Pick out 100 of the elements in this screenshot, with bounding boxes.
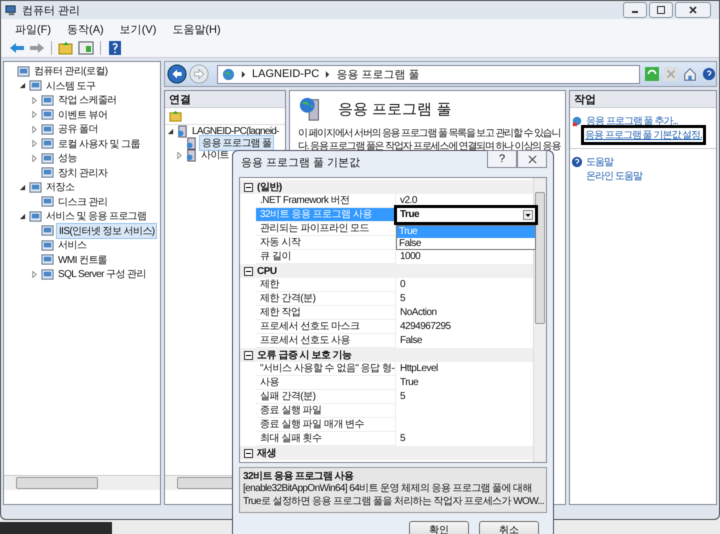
tree-item[interactable]: 디스크 관리 [56, 194, 110, 209]
property-name[interactable]: 제한 간격(분) [256, 292, 396, 306]
category-label: 오류 급증 시 보호 기능 [257, 349, 352, 362]
console-icon [29, 210, 42, 223]
chevron-icon [325, 70, 330, 78]
property-name[interactable]: 제한 [256, 278, 396, 292]
tree-item[interactable]: 서비스 및 응용 프로그램 [44, 209, 149, 224]
minimize-button[interactable] [623, 2, 647, 18]
server-icon [185, 148, 198, 162]
tree-item[interactable]: 공유 폴더 [56, 122, 100, 136]
close-button[interactable] [517, 150, 547, 168]
property-name[interactable]: 프로세서 선호도 마스크 [256, 320, 396, 334]
tree-item[interactable]: 사이트 [199, 148, 231, 162]
maximize-icon [656, 5, 666, 15]
help-icon[interactable] [107, 41, 123, 55]
server-icon [185, 136, 198, 150]
category-label: (일반) [257, 181, 282, 194]
horizontal-scrollbar[interactable] [4, 475, 160, 490]
description-text: True로 설정하면 응용 프로그램 풀을 처리하는 작업자 프로세스가 WOW... [243, 496, 543, 508]
property-value: 1000 [400, 251, 420, 262]
menu-item[interactable]: 보기(V) [120, 22, 156, 36]
collapse-icon[interactable] [244, 448, 253, 458]
tree-item[interactable]: 저장소 [44, 180, 76, 194]
breadcrumb-item[interactable]: 응용 프로그램 풀 [336, 66, 420, 82]
tree-item[interactable]: LAGNEID-PC(lagneid- [190, 126, 281, 136]
expanded-arrow-icon[interactable] [19, 212, 26, 220]
action-link[interactable]: 도움말 [586, 155, 613, 169]
dropdown-option[interactable]: False [397, 238, 535, 249]
panel-header: 연결 [165, 91, 285, 108]
collapsed-arrow-icon[interactable] [31, 154, 38, 162]
collapse-icon[interactable] [244, 350, 253, 360]
tree-item[interactable]: 응용 프로그램 풀 [199, 135, 274, 151]
tree-item[interactable]: 컴퓨터 관리(로컬) [32, 64, 110, 78]
collapsed-arrow-icon[interactable] [31, 111, 38, 118]
tree-item[interactable]: 성능 [56, 151, 79, 166]
home-icon[interactable] [683, 67, 697, 81]
address-bar[interactable]: LAGNEID-PC 응용 프로그램 풀 [217, 64, 640, 84]
collapsed-arrow-icon[interactable] [31, 96, 38, 104]
tree-item[interactable]: 로컬 사용자 및 그룹 [56, 136, 142, 151]
property-name[interactable]: "서비스 사용할 수 없음" 응답 형- [256, 362, 396, 376]
collapsed-arrow-icon[interactable] [31, 270, 38, 278]
back-button[interactable] [167, 64, 187, 84]
close-icon [528, 154, 536, 164]
collapsed-arrow-icon[interactable] [31, 140, 38, 148]
description-text: 이 페이지에서 서버의 응용 프로그램 풀 목록을 보고 관리할 수 있습니 [298, 127, 562, 140]
property-value: 5 [400, 391, 406, 402]
collapse-icon[interactable] [244, 266, 253, 276]
menu-item[interactable]: 동작(A) [67, 22, 104, 36]
property-name[interactable]: 사용 [256, 376, 396, 390]
help-button[interactable]: ? [487, 150, 517, 168]
maximize-button[interactable] [649, 2, 673, 18]
property-name[interactable]: 종료 실행 파일 매개 변수 [256, 418, 396, 432]
menu-item[interactable]: 파일(F) [15, 22, 52, 36]
dropdown-field[interactable]: True [394, 205, 538, 225]
collapsed-arrow-icon[interactable] [31, 126, 38, 133]
refresh-icon[interactable] [645, 67, 659, 81]
close-button[interactable] [675, 2, 711, 18]
collapsed-arrow-icon[interactable] [176, 152, 183, 158]
tree-item[interactable]: WMI 컨트롤 [56, 252, 110, 267]
console-icon [41, 166, 54, 180]
expanded-arrow-icon[interactable] [167, 128, 174, 134]
property-value: NoAction [400, 307, 437, 318]
console-icon [41, 122, 54, 136]
property-name[interactable]: 실패 간격(분) [256, 390, 396, 404]
computer-icon [5, 4, 18, 16]
category-label: CPU [257, 266, 277, 276]
tree-item[interactable]: IIS(인터넷 정보 서비스) [56, 222, 158, 239]
folder-icon[interactable] [169, 110, 182, 122]
action-link[interactable]: 응용 프로그램 풀 기본값 설정. [581, 125, 706, 145]
breadcrumb-item[interactable]: LAGNEID-PC [252, 68, 320, 80]
console-icon [41, 253, 54, 266]
category-label: 재생 [257, 447, 276, 460]
tree-item[interactable]: 이벤트 뷰어 [56, 108, 110, 122]
back-arrow-icon[interactable] [9, 41, 25, 55]
tree-item[interactable]: SQL Server 구성 관리 [56, 267, 148, 282]
folder-icon[interactable] [58, 41, 74, 55]
panel-icon[interactable] [78, 41, 94, 55]
property-name[interactable]: 종료 실행 파일 [256, 404, 396, 418]
forward-arrow-icon[interactable] [29, 41, 45, 55]
tree-item[interactable]: 서비스 [56, 238, 88, 252]
property-name[interactable]: 관리되는 파이프라인 모드 [256, 222, 396, 236]
vertical-scrollbar[interactable] [533, 178, 546, 462]
tree-item[interactable]: 시스템 도구 [44, 78, 98, 93]
property-value: HttpLevel [400, 363, 438, 374]
help-icon[interactable] [702, 67, 716, 81]
property-value: 0 [400, 279, 406, 290]
console-icon [41, 268, 54, 281]
tree-item[interactable]: 장치 관리자 [56, 166, 110, 180]
console-icon [41, 195, 54, 208]
property-value: v2.0 [400, 195, 417, 206]
tree-item[interactable]: 작업 스케줄러 [56, 93, 119, 108]
property-name[interactable]: 자동 시작 [256, 236, 396, 250]
property-name[interactable]: 제한 작업 [256, 306, 396, 320]
action-link[interactable]: 온라인 도움말 [586, 169, 642, 183]
collapse-icon[interactable] [244, 182, 253, 192]
expanded-arrow-icon[interactable] [19, 82, 26, 90]
expanded-arrow-icon[interactable] [19, 184, 26, 191]
console-icon [41, 238, 54, 252]
menu-item[interactable]: 도움말(H) [172, 22, 221, 36]
chevron-icon [241, 70, 246, 78]
